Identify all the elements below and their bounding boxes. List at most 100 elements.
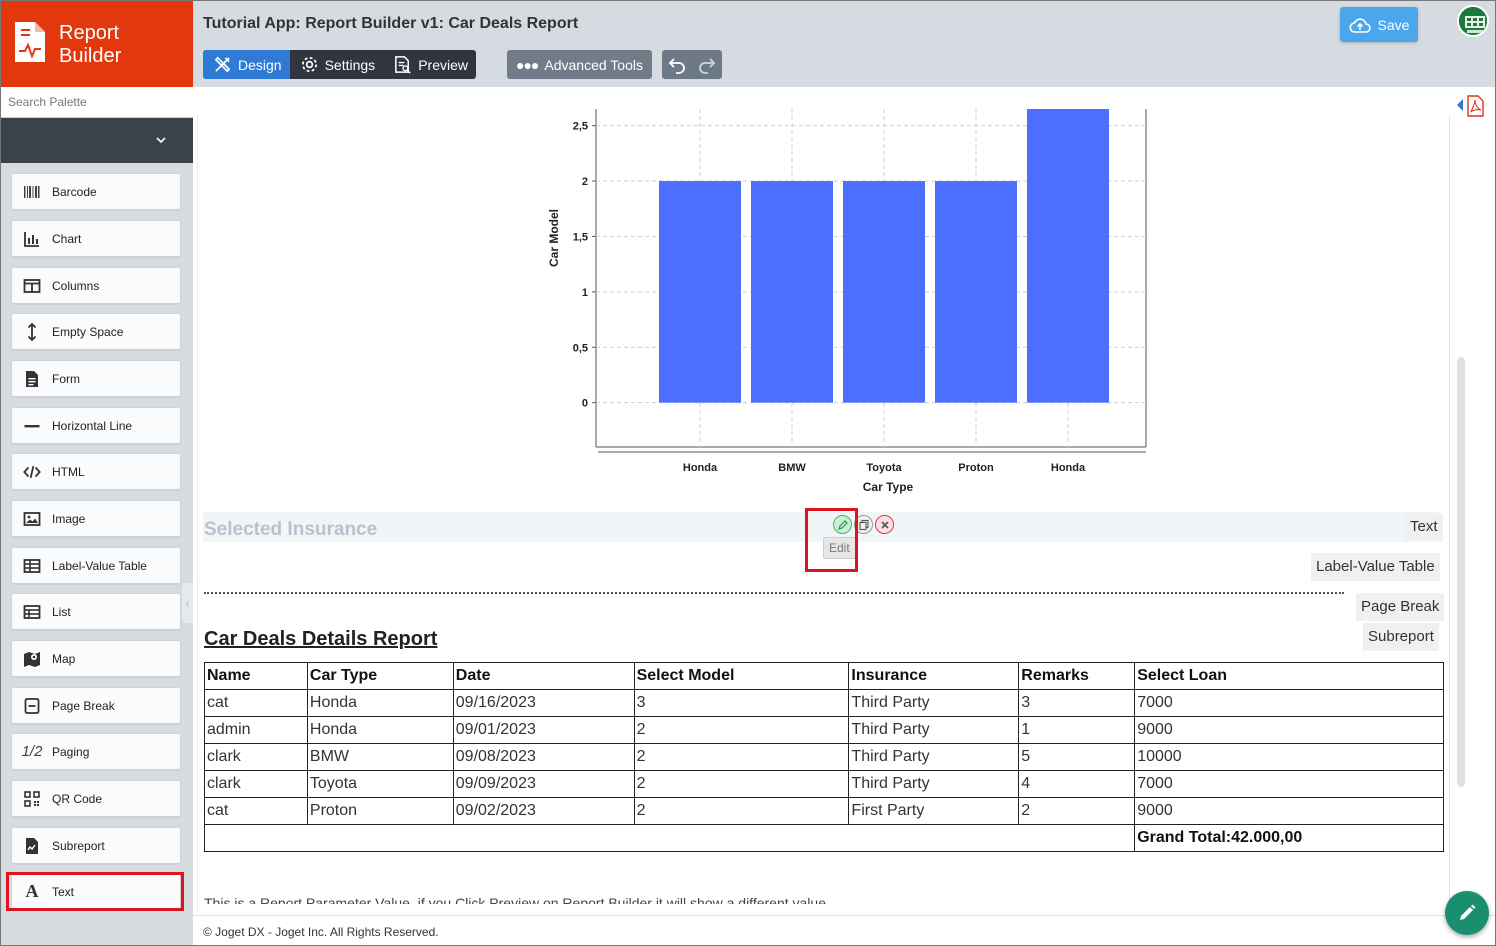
palette-item-label: List	[52, 604, 71, 619]
palette-item-subreport[interactable]: Subreport	[11, 827, 181, 864]
palette-item-barcode[interactable]: Barcode	[11, 173, 181, 210]
palette-item-list[interactable]: List	[11, 593, 181, 630]
palette-item-label: Form	[52, 371, 80, 386]
column-header: Car Type	[306, 662, 454, 690]
palette-item-qr-code[interactable]: QR Code	[11, 780, 181, 817]
save-button[interactable]: Save	[1340, 7, 1418, 42]
edit-fab-button[interactable]	[1445, 891, 1489, 935]
sidebar-collapse-handle[interactable]: ‹	[182, 583, 193, 623]
palette-item-label: Columns	[52, 278, 100, 293]
table-row: clark Toyota 09/09/2023 2 Third Party 4 7000	[204, 770, 1444, 798]
tab-settings[interactable]: Settings	[290, 50, 384, 79]
table-cell: 9000	[1134, 716, 1444, 744]
page-left-edge	[197, 115, 198, 915]
undo-redo-group	[662, 50, 722, 79]
table-cell: 9000	[1134, 797, 1444, 825]
table-cell: 09/09/2023	[452, 770, 635, 798]
tab-settings-label: Settings	[324, 56, 376, 73]
barcode-icon	[24, 185, 40, 198]
palette-item-paging[interactable]: 1/2 Paging	[11, 733, 181, 770]
table-cell: First Party	[848, 797, 1020, 825]
drop-label-subreport[interactable]: Subreport	[1363, 623, 1439, 651]
table-cell: cat	[204, 797, 308, 825]
palette-item-html[interactable]: HTML	[11, 453, 181, 490]
advanced-tools-label: Advanced Tools	[544, 56, 643, 73]
table-cell: 09/01/2023	[452, 716, 635, 744]
column-header: Name	[204, 662, 308, 690]
table-cell: Proton	[306, 797, 454, 825]
undo-icon[interactable]	[667, 56, 687, 74]
category-dropdown[interactable]	[1, 118, 193, 163]
image-icon	[23, 511, 41, 526]
palette-item-form[interactable]: Form	[11, 360, 181, 397]
delete-button[interactable]	[875, 515, 894, 534]
canvas-scrollbar[interactable]	[1457, 357, 1465, 787]
report-logo-icon	[15, 22, 45, 62]
report-canvas: 0 0,5 1 1,5 2 2,5 Honda BMW Toyota Proton Honda Car…	[193, 87, 1495, 915]
table-cell: BMW	[306, 743, 454, 771]
y-tick-label: 1,5	[573, 231, 588, 243]
palette-search	[1, 87, 193, 118]
table-cell: Third Party	[848, 770, 1020, 798]
paging-icon: 1/2	[21, 743, 43, 760]
palette-item-label: Horizontal Line	[52, 418, 133, 433]
chevron-left-icon: ‹	[185, 597, 190, 609]
table-cell: 09/16/2023	[452, 689, 635, 717]
chart-icon	[24, 231, 39, 247]
list-icon	[23, 604, 41, 619]
user-avatar-icon	[1459, 7, 1487, 35]
palette-item-image[interactable]: Image	[11, 500, 181, 537]
drop-label-text[interactable]: Text	[1405, 513, 1443, 541]
bar-chart[interactable]: 0 0,5 1 1,5 2 2,5 Honda BMW Toyota Proton Honda Car…	[548, 109, 1148, 504]
gear-icon	[301, 56, 317, 73]
chevron-down-icon	[156, 137, 166, 144]
palette-item-label-value-table[interactable]: Label-Value Table	[11, 547, 181, 584]
table-cell: admin	[204, 716, 308, 744]
tab-preview[interactable]: Preview	[383, 50, 476, 79]
report-parameter-text: This is a Report Parameter Value, if you…	[204, 895, 826, 904]
palette-item-empty-space[interactable]: Empty Space	[11, 313, 181, 350]
column-header: Remarks	[1018, 662, 1136, 690]
palette-item-chart[interactable]: Chart	[11, 220, 181, 257]
grand-total: Grand Total:42.000,00	[1134, 824, 1444, 852]
y-axis-title: Car Model	[548, 209, 561, 267]
pdf-icon	[1457, 95, 1484, 117]
chart-bar	[659, 181, 741, 403]
drop-label-label-value-table[interactable]: Label-Value Table	[1311, 553, 1440, 581]
page-title: Tutorial App: Report Builder v1: Car Dea…	[203, 15, 579, 32]
table-cell: clark	[204, 770, 308, 798]
drop-label-page-break[interactable]: Page Break	[1356, 593, 1445, 621]
palette-item-columns[interactable]: Columns	[11, 267, 181, 304]
chart-bar	[935, 181, 1017, 403]
palette-item-label: Barcode	[52, 184, 97, 199]
cloud-upload-icon	[1349, 17, 1371, 33]
top-header: Tutorial App: Report Builder v1: Car Dea…	[193, 1, 1495, 87]
tab-design[interactable]: Design	[203, 50, 290, 79]
deals-table[interactable]: Name Car Type Date Select Model Insuranc…	[203, 662, 1444, 852]
y-tick-label: 1	[582, 287, 588, 299]
pdf-toggle[interactable]	[1455, 95, 1485, 122]
copy-icon	[858, 519, 869, 530]
table-cell	[203, 824, 1136, 852]
table-cell: 2	[633, 716, 850, 744]
x-tick-label: BMW	[778, 462, 806, 474]
palette-item-horizontal-line[interactable]: Horizontal Line	[11, 407, 181, 444]
x-tick-label: Honda	[1051, 462, 1086, 474]
table-cell: 2	[633, 770, 850, 798]
search-input[interactable]	[1, 87, 193, 117]
avatar[interactable]	[1457, 5, 1489, 37]
table-icon	[23, 558, 41, 573]
map-icon	[24, 651, 40, 667]
palette-item-page-break[interactable]: Page Break	[11, 687, 181, 724]
palette-item-label: Paging	[52, 744, 90, 759]
palette-item-map[interactable]: Map	[11, 640, 181, 677]
x-tick-label: Honda	[683, 462, 718, 474]
page-break-divider	[204, 592, 1344, 594]
redo-icon[interactable]	[697, 56, 717, 74]
horizontal-line-icon	[24, 424, 40, 427]
table-cell: 7000	[1134, 770, 1444, 798]
table-cell: 1	[1018, 716, 1136, 744]
table-row: cat Proton 09/02/2023 2 First Party 2 9000	[204, 797, 1444, 825]
advanced-tools-button[interactable]: ●●● Advanced Tools	[507, 50, 652, 79]
insurance-title: Selected Insurance	[204, 519, 378, 540]
